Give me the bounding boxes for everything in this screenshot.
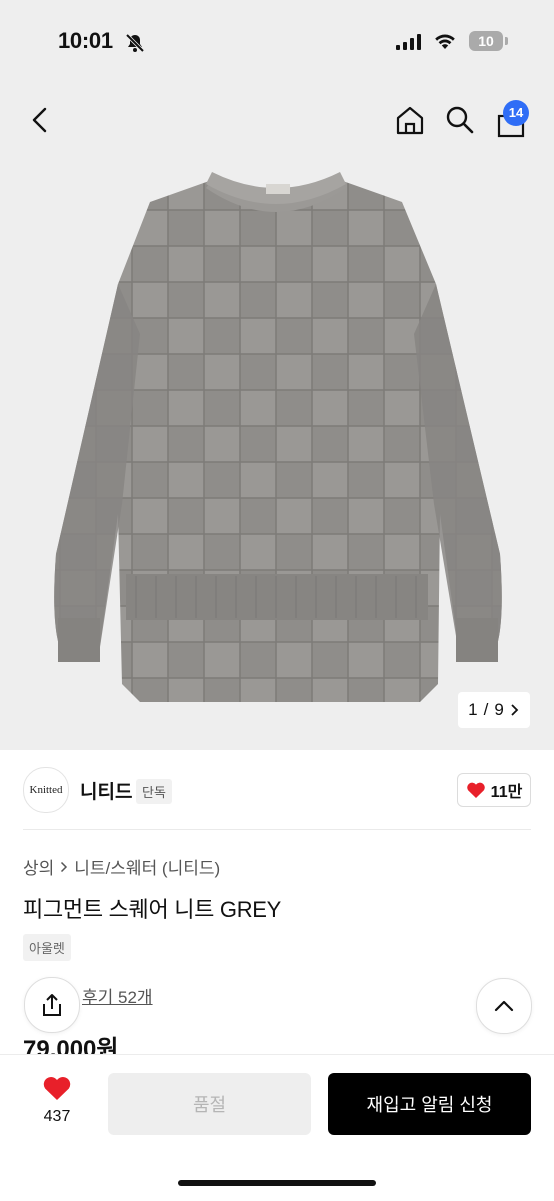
battery-cap: [505, 37, 508, 45]
brand-logo[interactable]: Knitted: [23, 767, 69, 813]
chevron-right-icon: [61, 861, 68, 872]
status-time: 10:01: [58, 28, 113, 53]
chevron-right-icon: [511, 704, 519, 716]
wifi-icon: [435, 34, 455, 49]
pager-total: 9: [494, 700, 504, 719]
breadcrumb: 상의 니트/스웨터 (니티드): [23, 854, 220, 879]
restock-alert-button[interactable]: 재입고 알림 신청: [328, 1073, 531, 1135]
product-image-area[interactable]: [0, 84, 554, 750]
pager-current: 1: [468, 700, 478, 719]
home-icon: [396, 106, 424, 135]
divider: [23, 829, 531, 830]
scroll-top-button[interactable]: [476, 978, 532, 1034]
brand-like-button[interactable]: 11만: [457, 773, 531, 807]
home-indicator: [178, 1180, 376, 1186]
product-title: 피그먼트 스퀘어 니트 GREY: [23, 897, 282, 922]
bell-slash-icon: [125, 33, 145, 53]
share-icon: [43, 994, 61, 1016]
battery-indicator: 10: [469, 31, 503, 51]
breadcrumb-subcategory[interactable]: 니트/스웨터 (니티드): [74, 854, 220, 879]
signal-icon: [396, 34, 421, 50]
heart-icon: [466, 782, 485, 798]
back-icon: [32, 107, 47, 133]
soldout-button: 품절: [108, 1073, 311, 1135]
gallery-pager[interactable]: 1 / 9: [458, 692, 530, 728]
exclusive-badge: 단독: [136, 779, 172, 804]
wishlist-button[interactable]: 437: [30, 1075, 84, 1126]
wishlist-count: 437: [43, 1108, 71, 1125]
search-icon: [446, 106, 474, 134]
pager-separator: /: [483, 700, 489, 719]
product-image: [54, 172, 502, 702]
back-button[interactable]: [20, 100, 60, 140]
chevron-up-icon: [494, 1000, 514, 1012]
breadcrumb-category[interactable]: 상의: [23, 854, 54, 879]
share-button[interactable]: [24, 977, 80, 1033]
brand-like-count: 11만: [490, 784, 523, 801]
review-link[interactable]: 후기 52개: [82, 983, 153, 1008]
cart-count-badge: 14: [503, 100, 529, 126]
outlet-badge: 아울렛: [23, 934, 71, 961]
search-button[interactable]: [440, 100, 480, 140]
home-button[interactable]: [390, 100, 430, 140]
brand-name[interactable]: 니티드: [80, 777, 132, 804]
heart-icon: [43, 1076, 71, 1100]
